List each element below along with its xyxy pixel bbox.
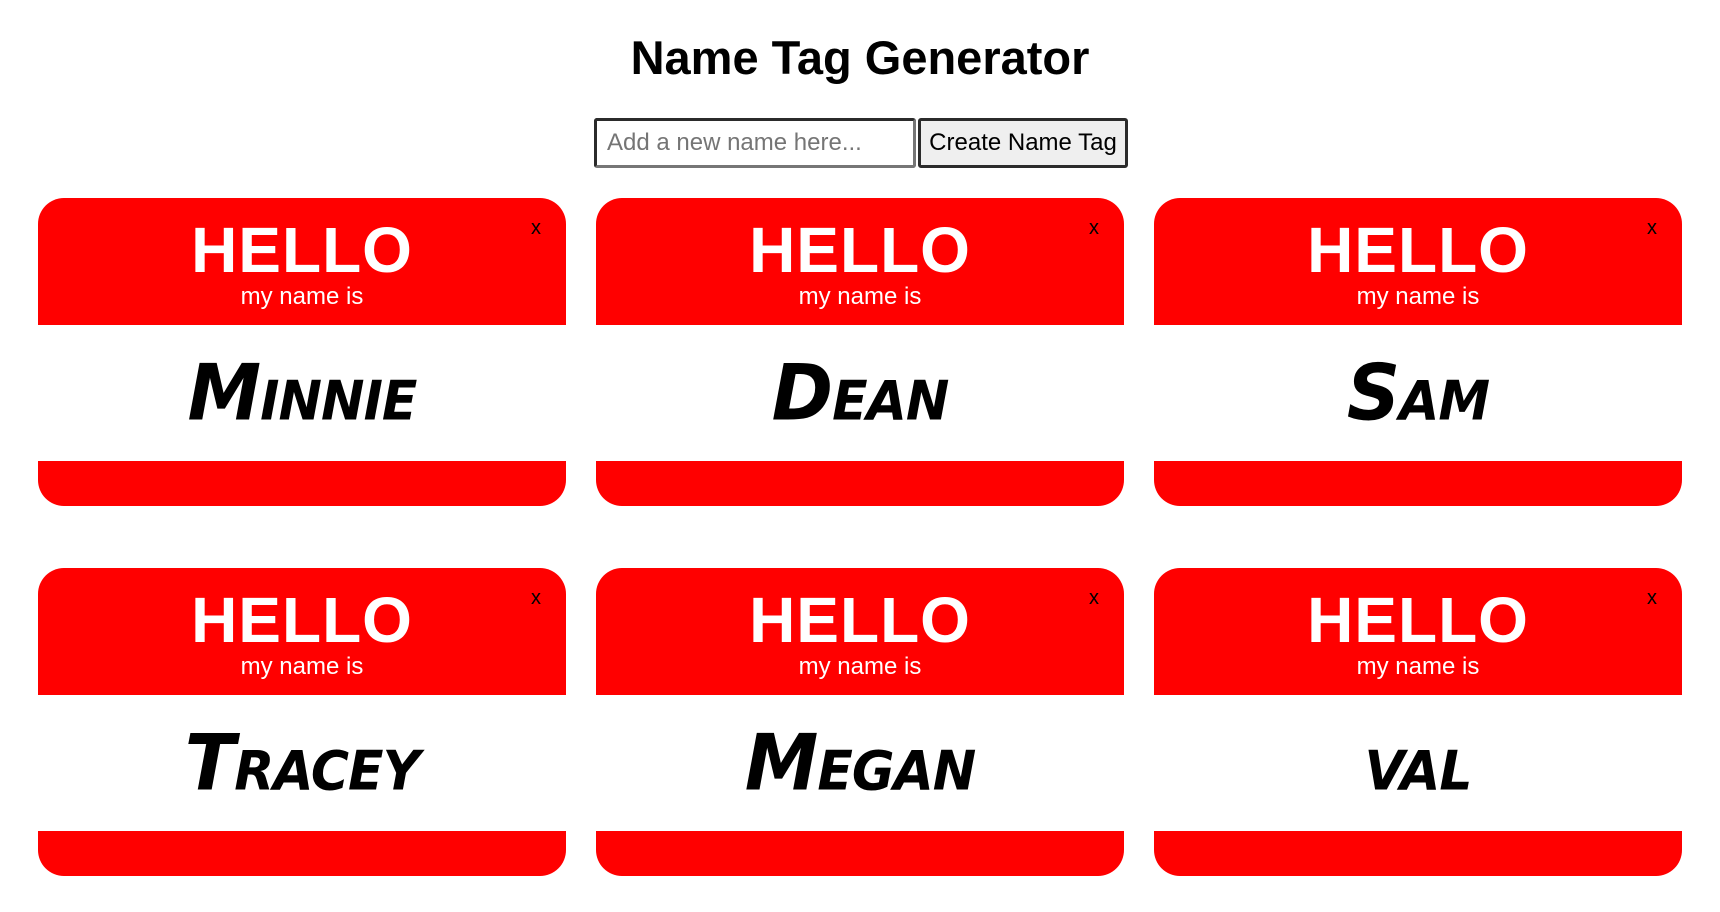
create-name-tag-button[interactable]: Create Name Tag [918, 118, 1128, 168]
name-tag-footer [1154, 461, 1682, 506]
name-tag: HELLO my name is val x [1154, 568, 1682, 876]
name-tag-name: Dean [771, 347, 950, 439]
delete-tag-button[interactable]: x [1640, 216, 1664, 240]
name-tag-body: Dean [596, 325, 1124, 461]
my-name-is-label: my name is [798, 283, 922, 310]
name-tag-header: HELLO my name is [1154, 568, 1682, 695]
name-tag-list: HELLO my name is Minnie x HELLO my name … [38, 198, 1688, 876]
delete-tag-button[interactable]: x [524, 586, 548, 610]
name-tag-footer [38, 831, 566, 876]
my-name-is-label: my name is [240, 653, 364, 680]
name-tag-name: Megan [744, 717, 977, 809]
name-tag-footer [596, 831, 1124, 876]
name-tag-header: HELLO my name is [38, 198, 566, 325]
hello-heading: HELLO [1307, 214, 1529, 286]
delete-tag-button[interactable]: x [1640, 586, 1664, 610]
hello-heading: HELLO [1307, 584, 1529, 656]
name-tag-footer [1154, 831, 1682, 876]
my-name-is-label: my name is [240, 283, 364, 310]
hello-heading: HELLO [749, 214, 971, 286]
name-tag-header: HELLO my name is [596, 198, 1124, 325]
name-tag-header: HELLO my name is [1154, 198, 1682, 325]
name-tag-header: HELLO my name is [596, 568, 1124, 695]
name-tag-header: HELLO my name is [38, 568, 566, 695]
name-tag: HELLO my name is Megan x [596, 568, 1124, 876]
name-input[interactable] [594, 118, 916, 168]
hello-heading: HELLO [191, 584, 413, 656]
name-tag-name: Sam [1346, 347, 1490, 439]
my-name-is-label: my name is [1356, 653, 1480, 680]
name-tag-name: Minnie [187, 347, 418, 439]
hello-heading: HELLO [191, 214, 413, 286]
name-tag: HELLO my name is Dean x [596, 198, 1124, 506]
delete-tag-button[interactable]: x [1082, 586, 1106, 610]
name-tag-name: Tracey [184, 717, 421, 809]
my-name-is-label: my name is [1356, 283, 1480, 310]
name-tag-body: Megan [596, 695, 1124, 831]
name-tag-body: Tracey [38, 695, 566, 831]
name-tag-footer [38, 461, 566, 506]
my-name-is-label: my name is [798, 653, 922, 680]
name-tag: HELLO my name is Sam x [1154, 198, 1682, 506]
name-tag: HELLO my name is Minnie x [38, 198, 566, 506]
name-tag-body: Minnie [38, 325, 566, 461]
name-tag-body: val [1154, 695, 1682, 831]
hello-heading: HELLO [749, 584, 971, 656]
delete-tag-button[interactable]: x [524, 216, 548, 240]
name-tag-form: Create Name Tag [594, 118, 1128, 168]
name-tag-name: val [1364, 717, 1472, 809]
name-tag-body: Sam [1154, 325, 1682, 461]
name-tag-footer [596, 461, 1124, 506]
name-tag: HELLO my name is Tracey x [38, 568, 566, 876]
page-title: Name Tag Generator [630, 31, 1090, 84]
delete-tag-button[interactable]: x [1082, 216, 1106, 240]
